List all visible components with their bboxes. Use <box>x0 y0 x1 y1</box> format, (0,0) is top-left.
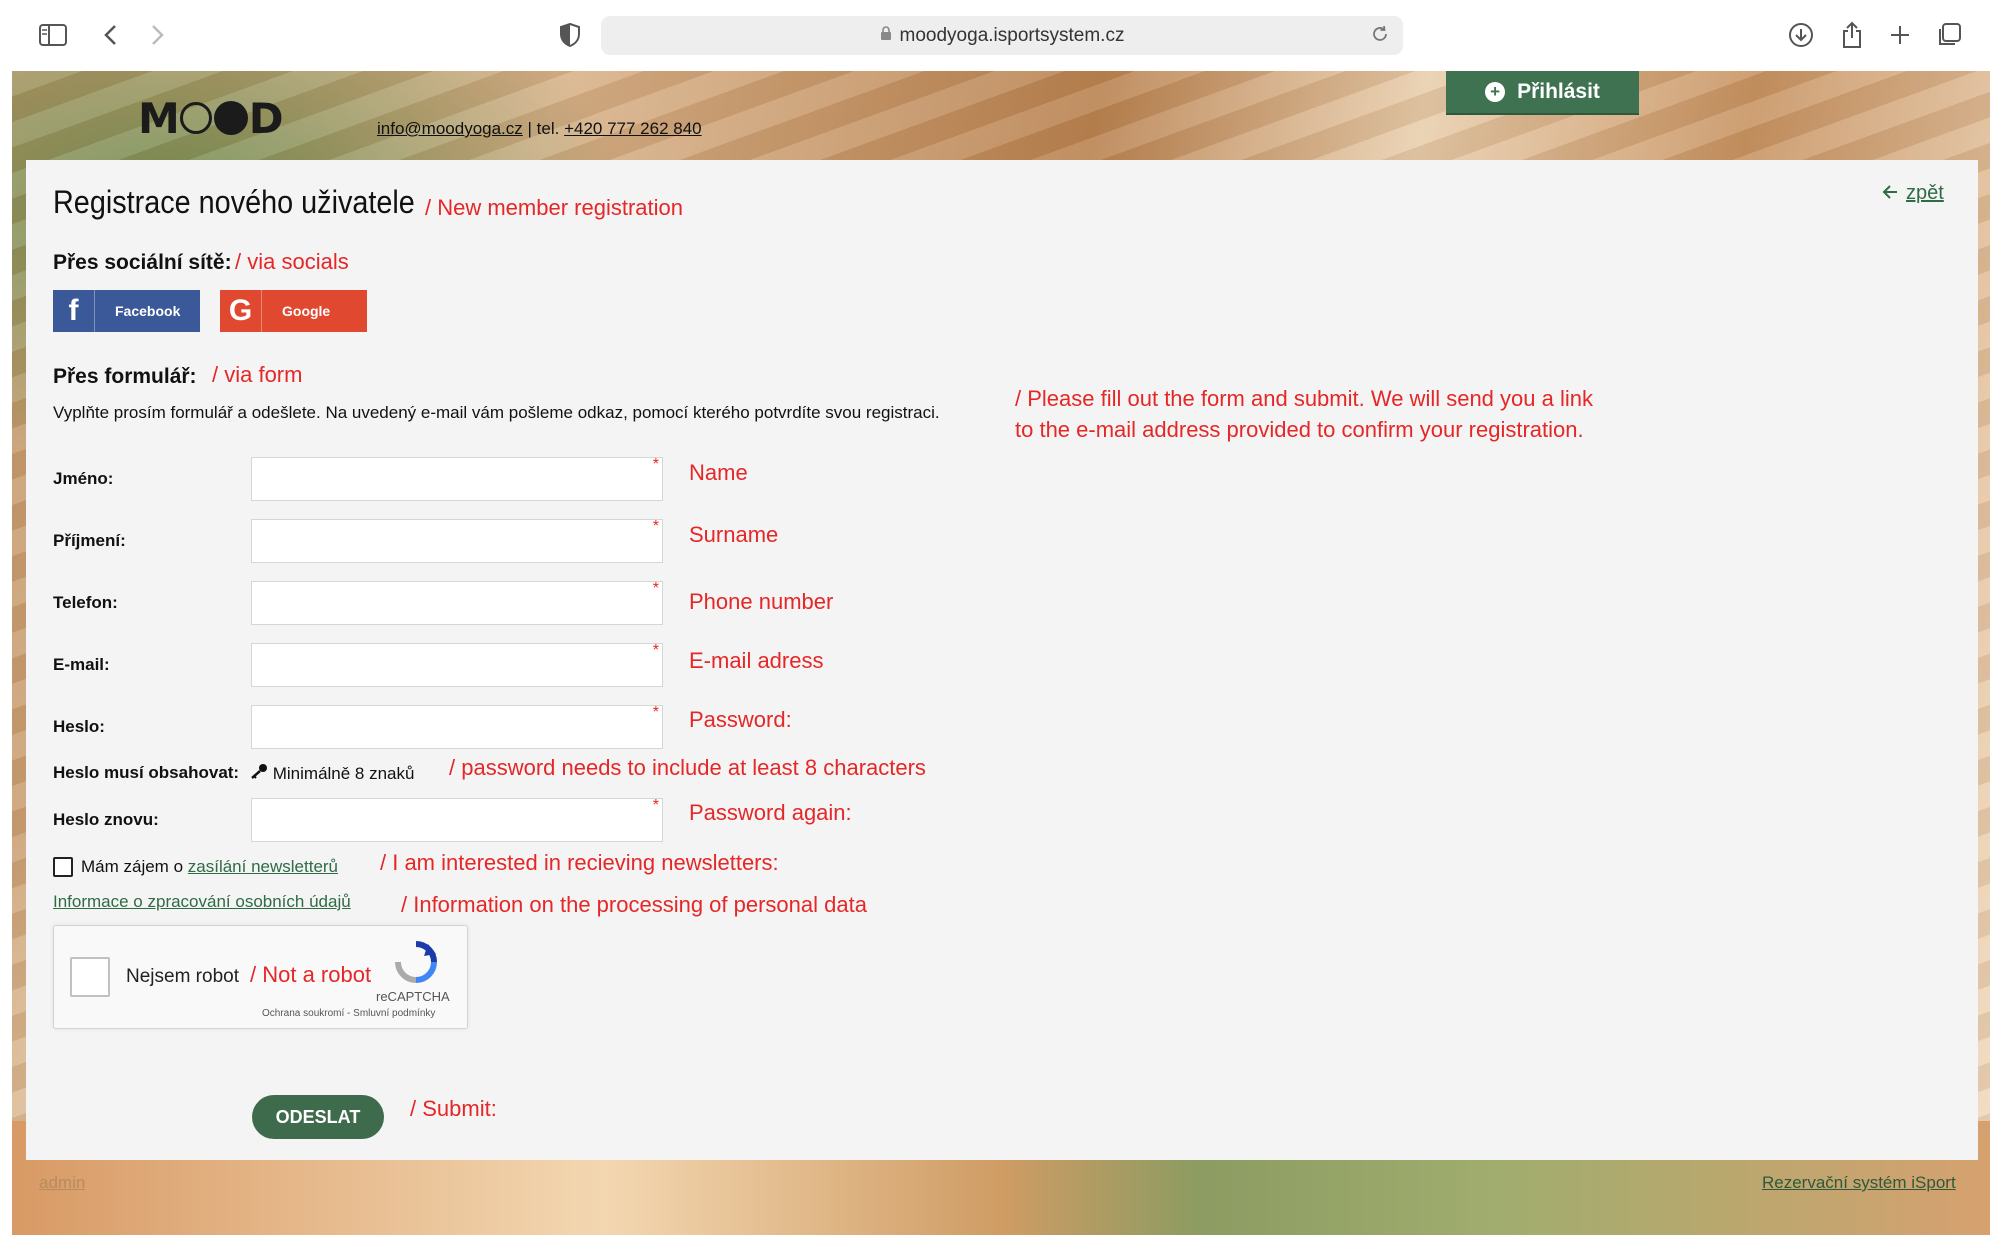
password-label: Heslo: <box>53 717 105 736</box>
address-bar[interactable]: moodyoga.isportsystem.cz <box>601 16 1403 55</box>
recaptcha-logo-icon <box>394 940 438 984</box>
sidebar-toggle-icon[interactable] <box>36 18 70 52</box>
share-icon[interactable] <box>1835 18 1869 52</box>
privacy-link[interactable]: Informace o zpracování osobních údajů <box>53 892 351 912</box>
contact-info: info@moodyoga.cz | tel. +420 777 262 840 <box>377 119 702 139</box>
forward-arrow-icon[interactable] <box>141 18 175 52</box>
privacy-shield-icon[interactable] <box>553 18 587 52</box>
tabs-overview-icon[interactable] <box>1932 18 1966 52</box>
newsletter-checkbox[interactable] <box>53 857 73 877</box>
required-asterisk: * <box>652 642 659 659</box>
surname-label: Příjmení: <box>53 531 126 550</box>
password-translation: Password: <box>689 707 792 732</box>
isport-link[interactable]: Rezervační systém iSport <box>1762 1173 1956 1193</box>
title-translation: / New member registration <box>425 195 683 220</box>
recaptcha-brand: reCAPTCHA <box>376 989 450 1004</box>
email-label: E-mail: <box>53 655 110 674</box>
first-name-translation: Name <box>689 460 748 485</box>
password-input[interactable]: * <box>251 704 663 749</box>
description-translation-line2: to the e-mail address provided to confir… <box>1015 417 1584 442</box>
password-again-translation: Password again: <box>689 800 852 825</box>
reload-icon[interactable] <box>1371 25 1389 49</box>
web-page: MD info@moodyoga.cz | tel. +420 777 262 … <box>12 71 1990 1235</box>
arrow-left-icon <box>1882 182 1898 205</box>
newsletter-text-row: Mám zájem o zasílání newsletterů <box>81 857 338 877</box>
social-heading: Přes sociální sítě: <box>53 251 232 274</box>
password-rule-text: Minimálně 8 znaků <box>272 764 415 783</box>
facebook-login-button[interactable]: f Facebook <box>53 290 200 332</box>
surname-translation: Surname <box>689 522 779 547</box>
newsletter-translation: / I am interested in recieving newslette… <box>380 850 779 875</box>
password-rule: Minimálně 8 znaků <box>250 763 414 784</box>
email-link[interactable]: info@moodyoga.cz <box>377 119 523 138</box>
newsletter-text: Mám zájem o <box>81 857 184 876</box>
google-label: Google <box>282 303 331 319</box>
admin-link[interactable]: admin <box>39 1173 85 1193</box>
facebook-icon: f <box>53 290 95 332</box>
phone-translation: Phone number <box>689 589 834 614</box>
login-label: Přihlásit <box>1517 80 1600 103</box>
download-icon[interactable] <box>1784 18 1818 52</box>
new-tab-plus-icon[interactable] <box>1883 18 1917 52</box>
phone-link[interactable]: +420 777 262 840 <box>564 119 702 138</box>
lock-icon <box>880 25 892 47</box>
password-rule-label: Heslo musí obsahovat: <box>53 763 240 782</box>
first-name-label: Jméno: <box>53 469 114 488</box>
facebook-label: Facebook <box>115 303 181 319</box>
first-name-input[interactable]: * <box>251 456 663 501</box>
submit-button[interactable]: ODESLAT <box>252 1095 384 1139</box>
password-rule-translation: / password needs to include at least 8 c… <box>449 755 926 780</box>
recaptcha-checkbox[interactable] <box>70 957 110 997</box>
google-login-button[interactable]: G Google <box>220 290 367 332</box>
email-input[interactable]: * <box>251 642 663 687</box>
social-translation: / via socials <box>235 249 349 274</box>
login-button[interactable]: + Přihlásit <box>1446 71 1639 115</box>
recaptcha-widget: Nejsem robot / Not a robot reCAPTCHA Och… <box>53 925 468 1029</box>
browser-toolbar: moodyoga.isportsystem.cz <box>0 0 2000 71</box>
phone-label: Telefon: <box>53 593 118 612</box>
form-translation: / via form <box>212 362 303 387</box>
recaptcha-translation: / Not a robot <box>250 962 372 987</box>
mood-logo[interactable]: MD <box>138 94 284 143</box>
contact-separator: | tel. <box>527 119 560 138</box>
back-link[interactable]: zpět <box>1882 182 1944 205</box>
description-translation-line1: / Please fill out the form and submit. W… <box>1015 386 1593 411</box>
submit-translation: / Submit: <box>410 1096 497 1121</box>
newsletter-link[interactable]: zasílání newsletterů <box>188 857 338 876</box>
surname-input[interactable]: * <box>251 518 663 563</box>
registration-panel: Registrace nového uživatele / New member… <box>26 160 1978 1160</box>
key-icon <box>250 764 273 783</box>
required-asterisk: * <box>652 518 659 535</box>
password-again-label: Heslo znovu: <box>53 810 159 829</box>
required-asterisk: * <box>652 456 659 473</box>
required-asterisk: * <box>652 797 659 814</box>
required-asterisk: * <box>652 580 659 597</box>
phone-input[interactable]: * <box>251 580 663 625</box>
google-icon: G <box>220 290 262 332</box>
recaptcha-terms[interactable]: Ochrana soukromí - Smluvní podmínky <box>262 1008 435 1019</box>
email-translation: E-mail adress <box>689 648 824 673</box>
password-again-input[interactable]: * <box>251 797 663 842</box>
page-title: Registrace nového uživatele <box>53 184 415 220</box>
required-asterisk: * <box>652 704 659 721</box>
back-label: zpět <box>1906 182 1944 204</box>
url-text: moodyoga.isportsystem.cz <box>899 24 1125 46</box>
privacy-translation: / Information on the processing of perso… <box>401 892 867 917</box>
plus-circle-icon: + <box>1485 82 1506 102</box>
recaptcha-label: Nejsem robot <box>126 966 239 987</box>
back-arrow-icon[interactable] <box>93 18 127 52</box>
form-heading: Přes formulář: <box>53 365 197 388</box>
form-description: Vyplňte prosím formulář a odešlete. Na u… <box>53 403 940 422</box>
